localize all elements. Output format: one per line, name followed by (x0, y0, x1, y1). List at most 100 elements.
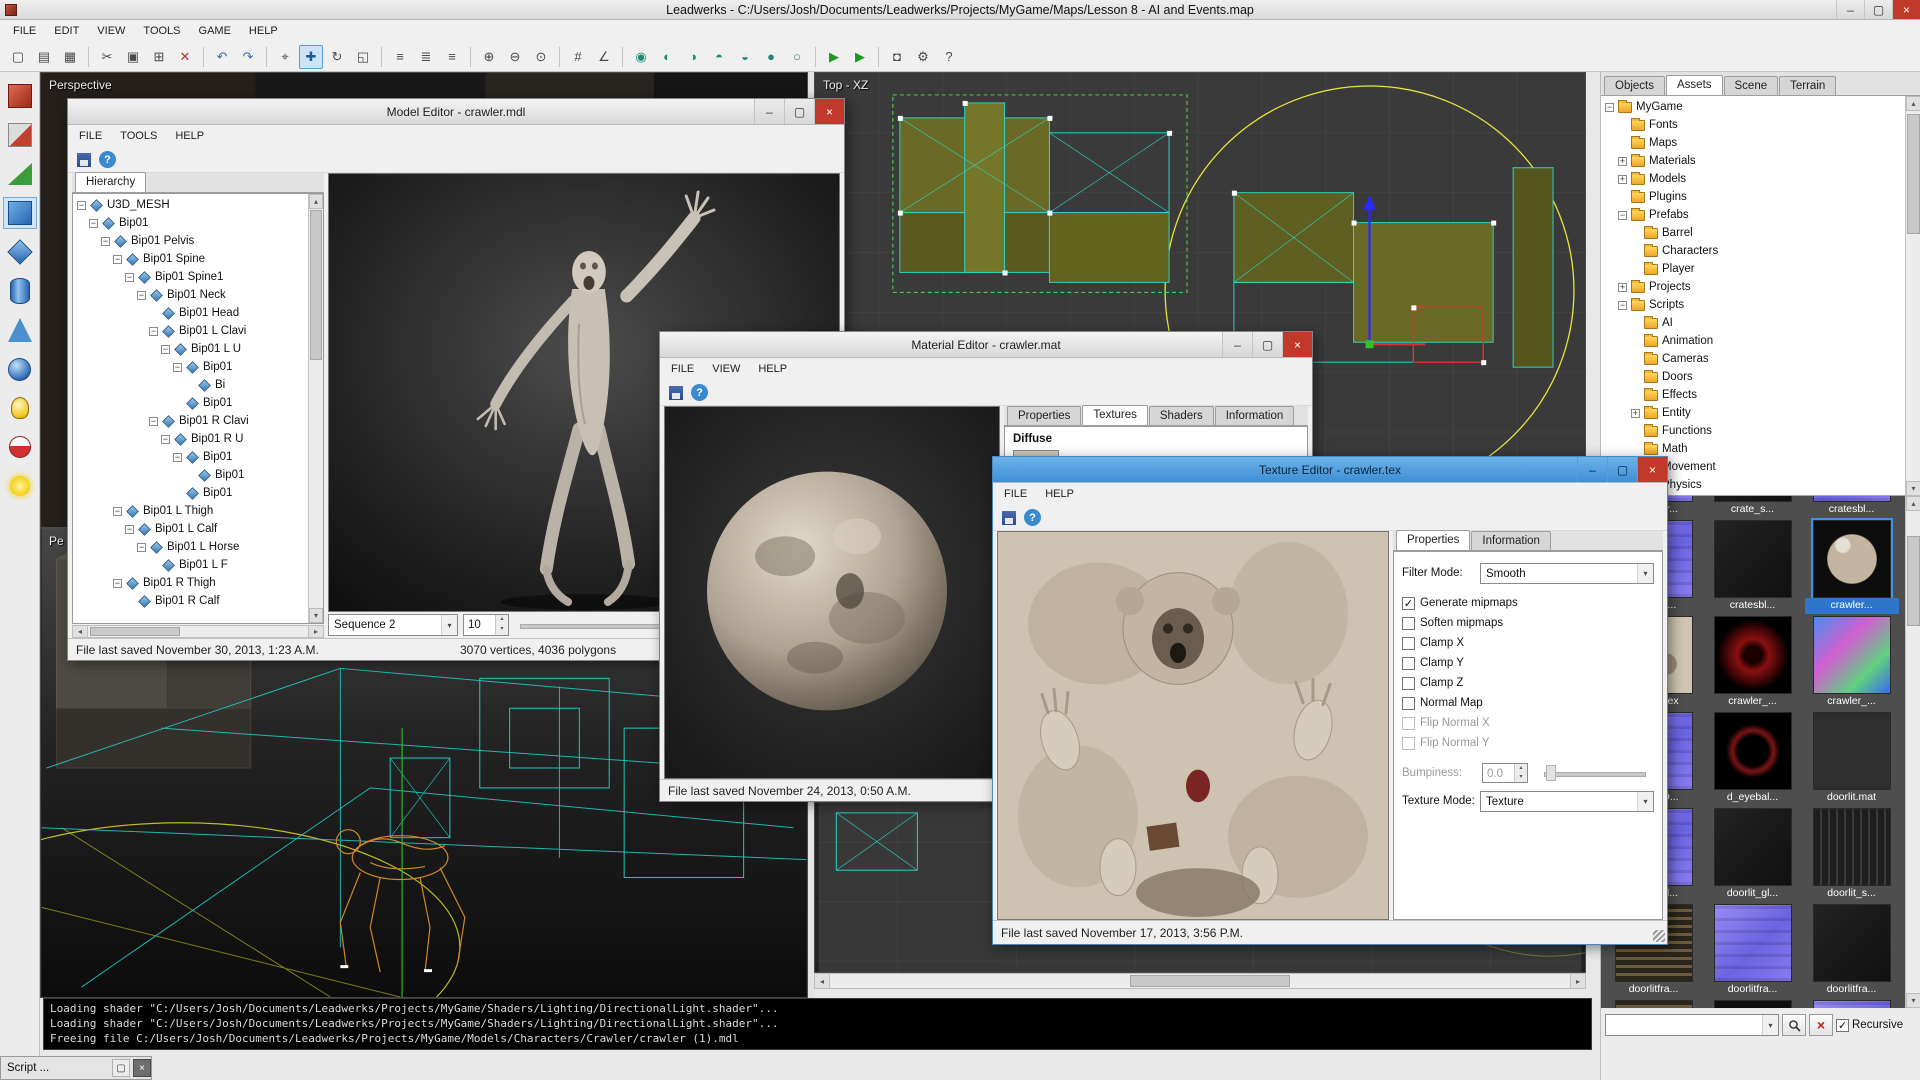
checkbox-normal-map[interactable]: Normal Map (1402, 696, 1518, 710)
expand-toggle-icon[interactable]: − (161, 434, 170, 444)
expand-toggle-icon[interactable]: − (113, 578, 122, 588)
minimize-button[interactable]: – (1222, 332, 1252, 357)
zoom-out-button[interactable]: ⊖ (503, 45, 527, 69)
save-button[interactable] (998, 508, 1020, 528)
tree-item-scripts[interactable]: − Scripts (1601, 296, 1905, 314)
create-diamond[interactable] (3, 236, 37, 268)
expand-toggle-icon[interactable]: − (137, 542, 146, 552)
create-directional-light[interactable] (3, 470, 37, 502)
scroll-thumb[interactable] (1907, 114, 1920, 234)
checkbox-clamp-z[interactable]: Clamp Z (1402, 676, 1518, 690)
zoom-in-button[interactable]: ⊕ (477, 45, 501, 69)
tree-item-prefabs[interactable]: − Prefabs (1601, 206, 1905, 224)
tree-item-barrel[interactable]: Barrel (1601, 224, 1905, 242)
model-editor-titlebar[interactable]: Model Editor - crawler.mdl – ▢ × (68, 99, 844, 125)
tree-item-bip01[interactable]: − Bip01 (73, 448, 306, 466)
run-button[interactable]: ▶ (822, 45, 846, 69)
scroll-thumb[interactable] (1907, 536, 1920, 626)
expand-toggle-icon[interactable]: − (137, 290, 146, 300)
checkbox-clamp-y[interactable]: Clamp Y (1402, 656, 1518, 670)
nav-left-button[interactable]: ◐ (655, 45, 679, 69)
menu-tools[interactable]: TOOLS (134, 22, 189, 40)
texture-preview[interactable] (997, 531, 1389, 920)
asset-thumbnail[interactable]: doorlit.mat (1802, 710, 1901, 806)
copy-button[interactable]: ▣ (121, 45, 145, 69)
checkbox-box[interactable] (1402, 656, 1415, 670)
menu-file[interactable]: FILE (995, 485, 1036, 503)
scroll-track[interactable] (88, 626, 308, 637)
material-preview[interactable] (664, 406, 1000, 779)
tree-item-bip01[interactable]: − Bip01 (73, 358, 306, 376)
redo-button[interactable]: ↷ (236, 45, 260, 69)
search-filter-select[interactable] (1605, 1014, 1779, 1036)
close-button[interactable]: × (1637, 457, 1667, 482)
tree-item-doors[interactable]: Doors (1601, 368, 1905, 386)
menu-game[interactable]: GAME (190, 22, 240, 40)
checkbox-box[interactable] (1402, 636, 1415, 650)
thumbnail-grid-scrollbar[interactable] (1905, 496, 1920, 1008)
tab-information[interactable]: Information (1471, 531, 1551, 550)
tree-item-u3d-mesh[interactable]: − U3D_MESH (73, 196, 306, 214)
expand-toggle-icon[interactable]: − (125, 524, 134, 534)
tree-item-maps[interactable]: Maps (1601, 134, 1905, 152)
menu-edit[interactable]: EDIT (45, 22, 88, 40)
menu-file[interactable]: FILE (662, 360, 703, 378)
create-emitter[interactable] (3, 431, 37, 463)
tree-item-bip01-l-u[interactable]: − Bip01 L U (73, 340, 306, 358)
paste-button[interactable]: ⊞ (147, 45, 171, 69)
create-sphere[interactable] (3, 353, 37, 385)
create-point-light[interactable] (3, 392, 37, 424)
help-button[interactable]: ? (937, 45, 961, 69)
angle-snap-button[interactable]: ∠ (592, 45, 616, 69)
tree-item-ai[interactable]: AI (1601, 314, 1905, 332)
tree-item-plugins[interactable]: Plugins (1601, 188, 1905, 206)
asset-thumbnail[interactable]: crawler_... (1703, 614, 1802, 710)
clear-search-button[interactable] (1809, 1014, 1833, 1036)
tree-item-animation[interactable]: Animation (1601, 332, 1905, 350)
scroll-track[interactable] (830, 974, 1570, 988)
align-left-button[interactable]: ≡ (388, 45, 412, 69)
asset-tree-scrollbar[interactable] (1905, 96, 1920, 496)
tree-item-bip01-l-thigh[interactable]: − Bip01 L Thigh (73, 502, 306, 520)
tab-hierarchy[interactable]: Hierarchy (75, 172, 147, 192)
nav-forward-button[interactable]: ● (759, 45, 783, 69)
expand-toggle-icon[interactable]: + (1631, 408, 1640, 418)
nav-back-button[interactable]: ○ (785, 45, 809, 69)
expand-toggle-icon[interactable]: − (161, 344, 170, 354)
close-button[interactable]: × (814, 99, 844, 124)
nav-right-button[interactable]: ◑ (681, 45, 705, 69)
expand-toggle-icon[interactable]: − (125, 272, 134, 282)
recursive-checkbox[interactable]: ✓ (1836, 1018, 1849, 1032)
tab-objects[interactable]: Objects (1604, 76, 1665, 95)
options-button[interactable]: ⚙ (911, 45, 935, 69)
tab-assets[interactable]: Assets (1666, 75, 1723, 95)
tab-shaders[interactable]: Shaders (1148, 406, 1214, 425)
tree-item-bip01-l-f[interactable]: Bip01 L F (73, 556, 306, 574)
create-cylinder[interactable] (3, 275, 37, 307)
tab-textures[interactable]: Textures (1082, 405, 1148, 425)
viewport-hscrollbar[interactable] (814, 973, 1586, 989)
asset-thumbnail[interactable]: doorlit_gl... (1703, 806, 1802, 902)
scroll-left-icon[interactable] (73, 626, 88, 637)
asset-thumbnail[interactable] (1604, 998, 1703, 1008)
asset-thumbnail[interactable]: d_eyebal... (1703, 710, 1802, 806)
create-box[interactable] (2, 197, 37, 229)
create-brush[interactable] (3, 119, 37, 151)
scroll-thumb[interactable] (90, 627, 180, 636)
maximize-button[interactable]: ▢ (1607, 457, 1637, 482)
texture-mode-select[interactable]: Texture (1480, 791, 1654, 812)
tab-information[interactable]: Information (1214, 406, 1295, 425)
new-button[interactable]: ▢ (6, 45, 30, 69)
maximize-button[interactable]: ▢ (784, 99, 814, 124)
tree-item-bip01-l-clavi[interactable]: − Bip01 L Clavi (73, 322, 306, 340)
create-box-red[interactable] (3, 80, 37, 112)
select-tool[interactable]: ⌖ (273, 45, 297, 69)
tree-item-fonts[interactable]: Fonts (1601, 116, 1905, 134)
close-button[interactable]: × (1282, 332, 1312, 357)
asset-thumbnail[interactable]: cratesbl... (1703, 518, 1802, 614)
checkbox-box[interactable] (1402, 616, 1415, 630)
menu-help[interactable]: HELP (749, 360, 796, 378)
nav-down-button[interactable]: ◒ (733, 45, 757, 69)
maximize-button[interactable]: ▢ (1864, 0, 1892, 19)
menu-view[interactable]: VIEW (703, 360, 749, 378)
